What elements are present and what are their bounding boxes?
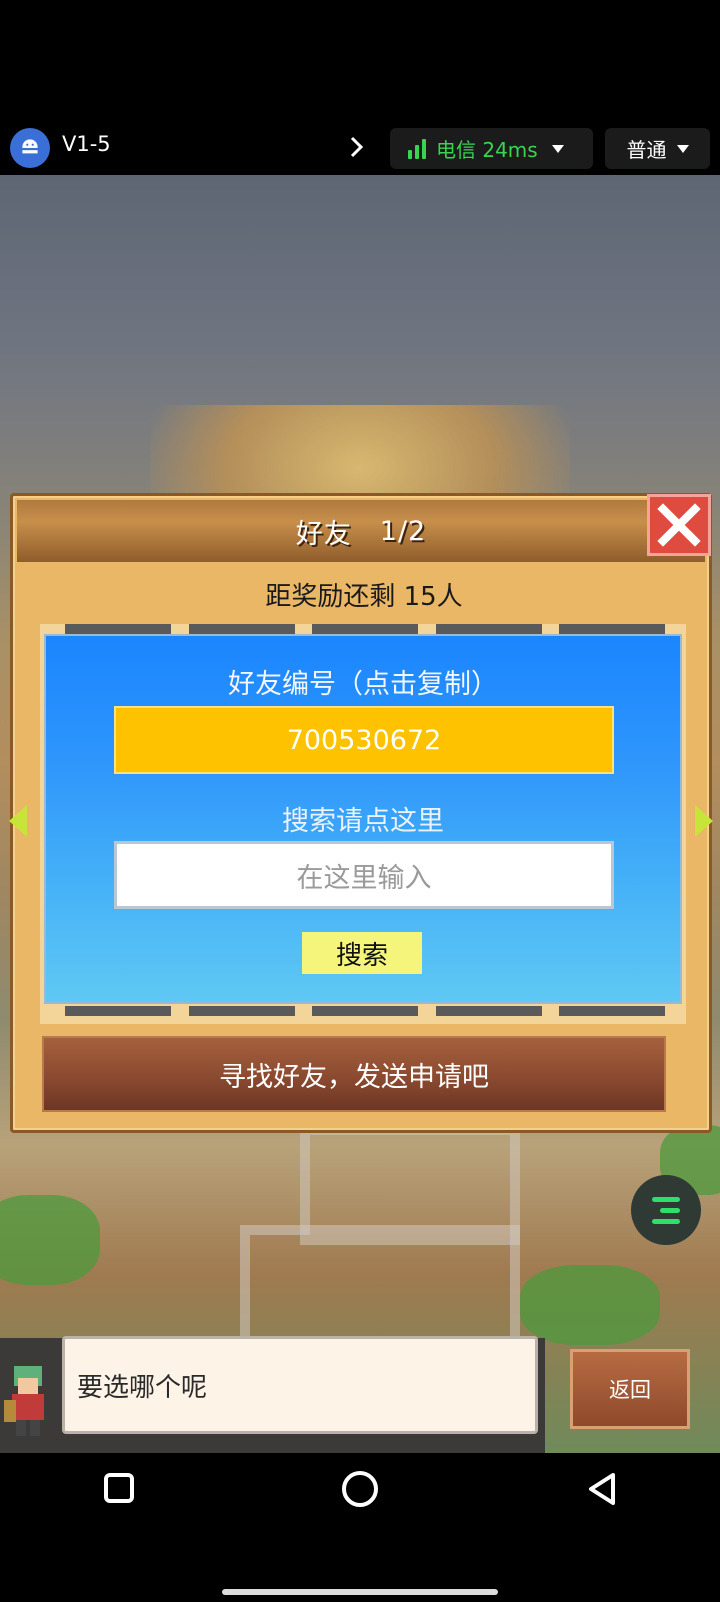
network-latency-label: 电信 24ms [436, 138, 538, 162]
friend-id-copy-box[interactable]: 700530672 [114, 706, 614, 774]
bottom-tab-strip [65, 1006, 665, 1016]
app-version-label: V1-5 [62, 132, 111, 156]
mode-selector[interactable]: 普通 [605, 128, 710, 169]
close-button[interactable] [647, 494, 711, 556]
caret-down-icon [551, 144, 564, 153]
menu-fab-icon[interactable] [631, 1175, 701, 1245]
signal-bars-icon [408, 138, 426, 159]
npc-avatar [4, 1366, 44, 1436]
background-grass [520, 1265, 660, 1345]
top-tab-strip [65, 624, 665, 634]
back-triangle-icon[interactable] [585, 1471, 619, 1507]
mode-label: 普通 [626, 138, 667, 162]
find-friends-button[interactable]: 寻找好友，发送申请吧 [42, 1036, 666, 1112]
dialog-title: 好友 1/2 [17, 500, 705, 562]
friend-dialog: 好友 1/2 距奖励还剩 15人 好友编号（点击复制） 700530672 搜索… [9, 493, 713, 1133]
chat-message: 要选哪个呢 [77, 1372, 208, 1403]
search-input[interactable]: 在这里输入 [114, 841, 614, 909]
friend-card: 好友编号（点击复制） 700530672 搜索请点这里 在这里输入 搜索 [44, 634, 682, 1004]
dialog-page-indicator: 1/2 [379, 515, 427, 547]
dialog-title-text: 好友 [295, 518, 352, 550]
previous-page-arrow-icon[interactable] [9, 805, 27, 837]
system-nav-bar [0, 1453, 720, 1602]
chat-bubble: 要选哪个呢 [62, 1336, 538, 1434]
friend-id-label: 好友编号（点击复制） [228, 669, 498, 700]
home-indicator[interactable] [222, 1589, 498, 1595]
dialog-header: 好友 1/2 [17, 500, 705, 562]
android-icon[interactable] [10, 128, 50, 168]
close-icon [657, 503, 701, 547]
search-button[interactable]: 搜索 [302, 932, 422, 974]
android-robot-glyph [21, 139, 39, 154]
network-selector[interactable]: 电信 24ms [390, 128, 593, 169]
background-grass [0, 1195, 100, 1285]
recent-apps-icon[interactable] [104, 1473, 134, 1503]
back-button[interactable]: 返回 [570, 1349, 690, 1429]
chevron-right-icon[interactable] [346, 134, 368, 160]
search-label: 搜索请点这里 [282, 806, 444, 837]
top-bar: V1-5 电信 24ms 普通 [0, 0, 720, 175]
caret-down-icon [676, 144, 689, 153]
home-icon[interactable] [342, 1471, 378, 1507]
friend-card-frame: 好友编号（点击复制） 700530672 搜索请点这里 在这里输入 搜索 [40, 624, 686, 1024]
reward-progress-text: 距奖励还剩 15人 [265, 582, 463, 612]
next-page-arrow-icon[interactable] [695, 805, 713, 837]
